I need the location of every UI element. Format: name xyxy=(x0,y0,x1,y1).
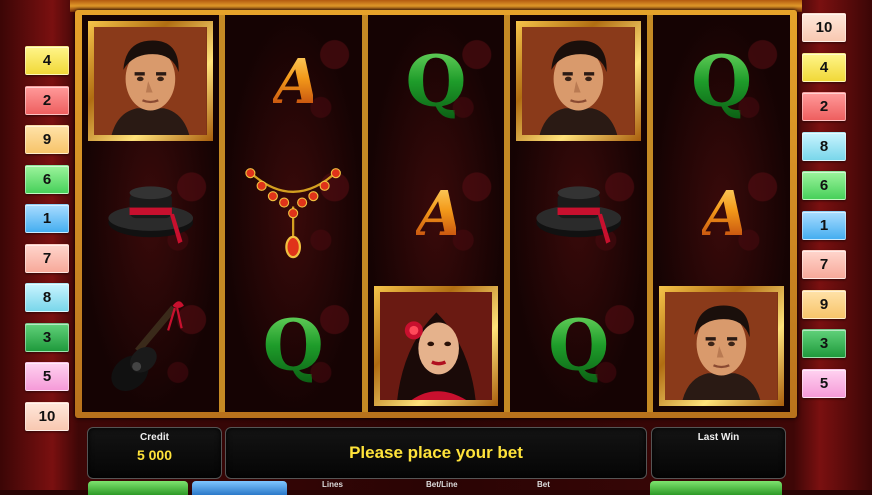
message-display: Please place your bet xyxy=(225,427,647,479)
reel-cell xyxy=(510,15,648,148)
necklace-symbol xyxy=(225,147,362,279)
game-background: 42961783510 10428617935 A QQA xyxy=(0,0,872,495)
last-win-label: Last Win xyxy=(697,432,740,443)
paylines-left: 4 2 9 6 1 7 8 3 5 10 xyxy=(25,46,69,441)
ace-symbol: A xyxy=(415,176,464,250)
bet-line-label: Bet/Line xyxy=(426,480,458,489)
reel-cell: A xyxy=(367,147,505,280)
reel-cell: Q xyxy=(653,15,790,148)
credit-label: Credit xyxy=(140,432,169,443)
status-message: Please place your bet xyxy=(349,443,523,462)
reel: QA xyxy=(367,15,505,412)
payline-tag[interactable]: 5 xyxy=(25,362,69,391)
payline-tag[interactable]: 1 xyxy=(802,210,846,240)
autoplay-button[interactable] xyxy=(192,481,287,495)
man-symbol xyxy=(88,21,213,142)
reel-cell xyxy=(82,279,219,412)
reels-area: A QQA QQA xyxy=(82,15,790,412)
payline-tag[interactable]: 1 xyxy=(25,204,69,233)
payline-tag[interactable]: 7 xyxy=(802,250,846,279)
ace-symbol: A xyxy=(273,44,321,118)
gamble-button[interactable] xyxy=(650,481,782,495)
hat-symbol xyxy=(82,147,219,279)
credit-display: Credit 5 000 xyxy=(87,427,222,479)
reel-cell xyxy=(653,279,790,412)
guitar-symbol xyxy=(82,280,219,412)
reel-cell: Q xyxy=(367,15,505,148)
payline-tag[interactable]: 10 xyxy=(25,401,69,431)
man-symbol xyxy=(516,21,642,142)
credit-value: 5 000 xyxy=(136,447,173,463)
reel-cell: Q xyxy=(224,279,362,412)
reel-cell xyxy=(510,147,648,280)
swirl-pattern xyxy=(367,15,505,148)
ace-letter: A xyxy=(701,176,750,250)
swirl-pattern xyxy=(510,279,648,412)
reel: QA xyxy=(653,15,790,412)
hat-symbol xyxy=(510,147,647,279)
ace-letter: A xyxy=(273,44,321,118)
reel-cell: Q xyxy=(510,279,648,412)
payline-tag[interactable]: 8 xyxy=(802,131,846,161)
reel-cell: A xyxy=(224,15,362,148)
payline-tag[interactable]: 3 xyxy=(802,329,846,358)
swirl-pattern xyxy=(224,279,362,412)
payline-tag[interactable]: 2 xyxy=(25,85,69,115)
start-button[interactable] xyxy=(88,481,188,495)
reel: Q xyxy=(510,15,648,412)
reels-frame: A QQA QQA xyxy=(75,10,797,418)
man-symbol xyxy=(659,285,784,406)
reel-cell: A xyxy=(653,147,790,280)
ace-letter: A xyxy=(415,176,464,250)
ace-symbol: A xyxy=(701,176,750,250)
payline-tag[interactable]: 3 xyxy=(25,322,69,352)
payline-tag[interactable]: 9 xyxy=(802,289,846,319)
payline-tag[interactable]: 6 xyxy=(25,164,69,194)
payline-tag[interactable]: 4 xyxy=(25,46,69,75)
payline-tag[interactable]: 9 xyxy=(25,125,69,154)
reel-cell xyxy=(224,147,362,280)
last-win-display: Last Win xyxy=(651,427,786,479)
reel-cell xyxy=(82,147,219,280)
reel-cell xyxy=(367,279,505,412)
reel: A Q xyxy=(224,15,362,412)
swirl-pattern xyxy=(653,15,790,148)
payline-tag[interactable]: 5 xyxy=(802,368,846,398)
payline-tag[interactable]: 7 xyxy=(25,243,69,273)
woman-symbol xyxy=(373,285,499,406)
paylines-right: 10 4 2 8 6 1 7 9 3 5 xyxy=(802,13,846,408)
payline-tag[interactable]: 2 xyxy=(802,92,846,121)
lines-label: Lines xyxy=(322,480,343,489)
payline-tag[interactable]: 8 xyxy=(25,283,69,312)
reel-cell xyxy=(82,15,219,148)
payline-tag[interactable]: 6 xyxy=(802,171,846,200)
payline-tag[interactable]: 4 xyxy=(802,52,846,82)
payline-tag[interactable]: 10 xyxy=(802,13,846,42)
reel xyxy=(82,15,219,412)
bet-label: Bet xyxy=(537,480,550,489)
